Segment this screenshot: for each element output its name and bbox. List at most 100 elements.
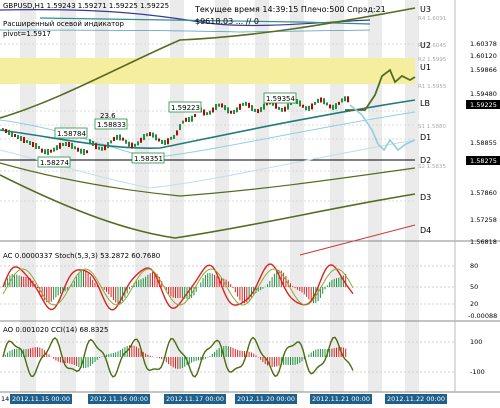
price-candle [170, 136, 172, 140]
price-candle [59, 142, 61, 149]
resistance-zone [0, 58, 415, 84]
price-candle [77, 147, 79, 152]
account-value: $9618.03 ... // 0 [195, 17, 259, 26]
price-candle [20, 136, 22, 141]
price-candle [218, 103, 220, 107]
price-candle [233, 110, 235, 115]
price-candle [143, 134, 145, 141]
price-candle [119, 134, 121, 141]
price-candle [101, 146, 103, 151]
price-candle [128, 141, 130, 147]
price-tick-2: 1.60120 [470, 52, 497, 60]
price-candle [188, 117, 190, 123]
price-tick-1: 1.60378 [470, 40, 497, 48]
price-candle [245, 101, 247, 106]
price-candle [194, 113, 196, 117]
price-candle [167, 138, 169, 145]
price-tick-6: 1.58855 [470, 139, 497, 147]
price-candle [251, 105, 253, 112]
price-candle [113, 136, 115, 141]
price-candle [83, 148, 85, 155]
price-candle [314, 101, 316, 105]
price-candle [191, 115, 193, 122]
price-candle [227, 107, 229, 114]
price-candle [281, 107, 283, 112]
price-candle [182, 120, 184, 124]
price-candle [164, 139, 166, 145]
price-candle [173, 134, 175, 139]
price-candle [338, 101, 340, 105]
price-tick-9: 1.57258 [470, 216, 497, 224]
price-candle [26, 140, 28, 143]
price-tick-10: 1.56818 [470, 238, 497, 246]
price-candle [215, 103, 217, 110]
time-axis: 14 2012.11.15 00:00 2012.11.16 00:00 201… [1, 394, 447, 404]
price-candle [131, 142, 133, 149]
price-candle [323, 98, 325, 105]
time-tick-2: 2012.11.16 00:00 [90, 395, 148, 403]
price-candle [140, 137, 142, 143]
time-tick-6: 2012.11.22 00:00 [387, 395, 445, 403]
price-candle [23, 137, 25, 143]
cci-tick-100: 100 [470, 338, 482, 346]
price-tick-7: 1.58275 [470, 157, 497, 165]
price-candle [8, 130, 10, 135]
price-candle [137, 141, 139, 146]
indicator-subtitle: Расширенный осевой индикатор [3, 20, 125, 28]
price-candle [98, 146, 100, 150]
price-candle [71, 142, 73, 149]
faint-level-r4: R4 1.6091 [418, 16, 446, 22]
price-label-1: 1.59223 [171, 104, 200, 112]
price-candle [311, 103, 313, 110]
price-tick-current: 1.59225 [470, 101, 497, 109]
price-candle [263, 103, 265, 110]
price-candle [260, 107, 262, 113]
stoch-tick-20: 20 [470, 300, 478, 308]
price-candle [221, 103, 223, 108]
price-candle [38, 146, 40, 149]
cci-tick-minus100: -100 [470, 368, 485, 376]
price-candle [89, 139, 91, 144]
price-candle [347, 96, 349, 103]
price-candle [242, 102, 244, 106]
price-label-5: 1.58274 [40, 159, 69, 167]
price-candle [5, 129, 7, 133]
pivot-value: pivot=1.5917 [3, 30, 51, 38]
price-label-6: 1.58351 [134, 155, 163, 163]
price-candle [158, 138, 160, 142]
price-candle [278, 106, 280, 110]
price-candle [317, 98, 319, 103]
price-candle [236, 107, 238, 113]
price-candle [302, 104, 304, 108]
price-candle [308, 105, 310, 111]
ac-stoch-label: AC 0.0000337 Stoch(5,3,3) 53.2872 60.768… [3, 252, 160, 260]
price-candle [287, 103, 289, 110]
faint-level-r1: R1 1.5955 [418, 84, 447, 90]
price-candle [341, 98, 343, 103]
price-label-3: 1.58784 [57, 130, 86, 138]
price-label-4: 1.58833 [97, 121, 126, 129]
price-candle [47, 148, 49, 155]
time-tick-0: 14 [1, 395, 9, 403]
price-candle [44, 149, 46, 155]
price-candle [209, 110, 211, 115]
price-candle [344, 96, 346, 102]
price-candle [299, 100, 301, 107]
price-candle [65, 142, 67, 147]
price-candle [134, 143, 136, 147]
price-candle [320, 97, 322, 103]
price-candle [62, 142, 64, 146]
price-candle [305, 106, 307, 111]
chart-canvas[interactable]: 1.59223 1.59354 1.58784 23.6 1.58833 1.5… [0, 0, 500, 408]
price-candle [149, 132, 151, 137]
price-candle [206, 112, 208, 116]
level-u2: U2 [420, 41, 431, 50]
price-candle [248, 102, 250, 108]
server-time: Текущее время 14:39:15 Плечо:500 Спрэд:2… [194, 5, 386, 14]
price-candle [116, 134, 118, 140]
level-lb: LB [420, 99, 430, 108]
ac-tick-min: -0.00088 [468, 312, 497, 320]
price-candle [2, 128, 4, 131]
ao-cci-label: AO 0.001020 CCI(14) 68.8325 [3, 326, 108, 334]
price-candle [335, 103, 337, 110]
